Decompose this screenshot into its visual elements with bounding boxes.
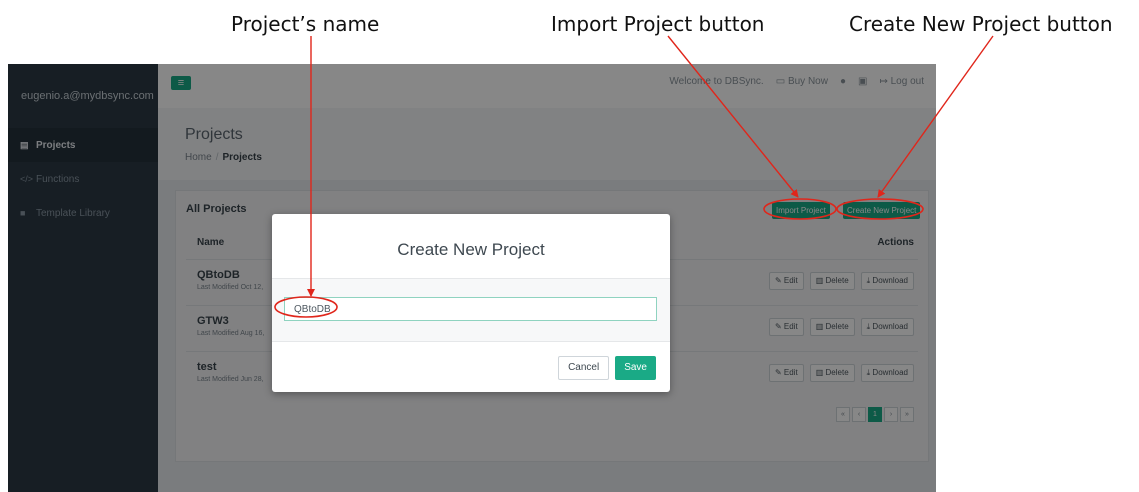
annotation-create-project-caption: Create New Project button [849,12,1113,36]
annotation-import-project-caption: Import Project button [551,12,765,36]
cancel-button[interactable]: Cancel [558,356,610,380]
annotation-project-name-caption: Project’s name [231,12,380,36]
create-project-modal: Create New Project Cancel Save [272,214,670,392]
modal-footer: Cancel Save [558,356,656,380]
save-button[interactable]: Save [615,356,656,380]
screenshot-canvas: Project’s name Import Project button Cre… [0,0,1139,492]
project-name-input[interactable] [284,297,657,321]
modal-title: Create New Project [397,240,545,259]
modal-body [272,278,670,342]
app-window: eugenio.a@mydbsync.com ▤ Projects </> Fu… [8,64,936,492]
